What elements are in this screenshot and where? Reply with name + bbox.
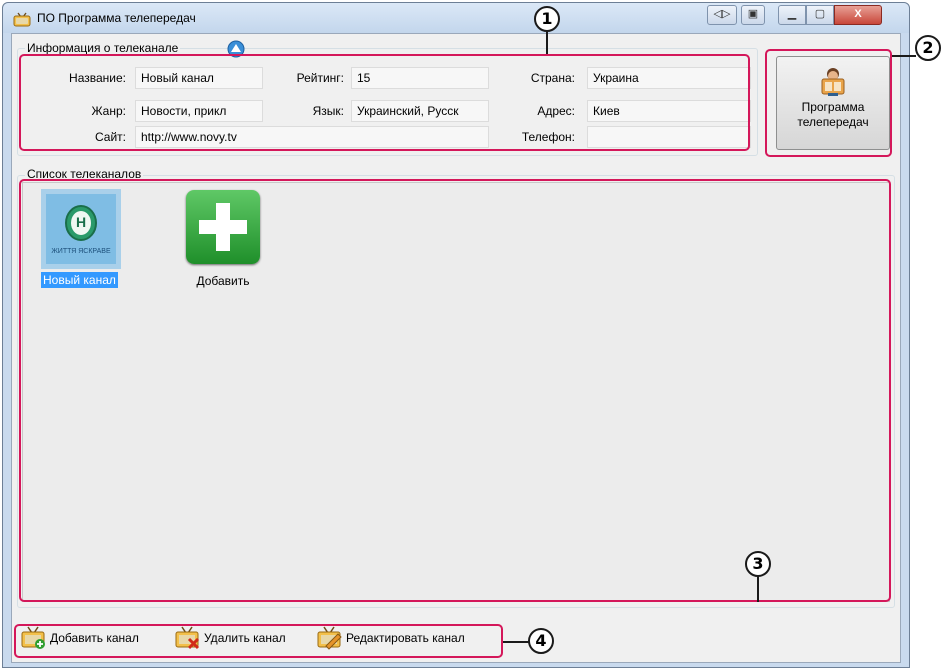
- callout-box-4: [14, 624, 503, 658]
- callout-number-2: 2: [915, 35, 941, 61]
- tv-app-icon: [13, 12, 31, 27]
- channel-info-legend: Информация о телеканале: [25, 41, 181, 55]
- maximize-button[interactable]: ▢: [806, 5, 834, 25]
- callout-box-2: [765, 49, 892, 157]
- callout-leader-1: [546, 31, 548, 54]
- callout-leader-2: [892, 55, 916, 57]
- callout-leader-3: [757, 576, 759, 602]
- window-title: ПО Программа телепередач: [37, 11, 196, 25]
- callout-leader-4: [503, 641, 529, 643]
- transparency-button[interactable]: ◁▷: [707, 5, 737, 25]
- callout-box-1: [19, 54, 750, 151]
- title-bar[interactable]: ПО Программа телепередач ◁▷ ▣ ▁ ▢ X: [3, 3, 909, 33]
- minimize-button[interactable]: ▁: [778, 5, 806, 25]
- pin-button[interactable]: ▣: [741, 5, 765, 25]
- callout-number-4: 4: [528, 628, 554, 654]
- close-button[interactable]: X: [834, 5, 882, 25]
- callout-box-3: [19, 179, 891, 602]
- callout-number-3: 3: [745, 551, 771, 577]
- callout-number-1: 1: [534, 6, 560, 32]
